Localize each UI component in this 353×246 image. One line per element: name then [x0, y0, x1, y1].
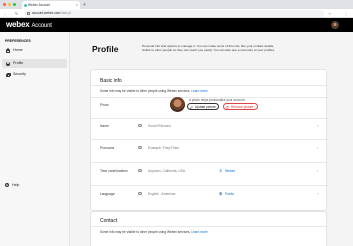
tab-close-icon[interactable]: ×: [76, 1, 78, 9]
back-icon[interactable]: ←: [3, 10, 7, 17]
trash-icon: [226, 105, 229, 110]
brand-name: webex: [6, 20, 30, 29]
row-value-pronouns: Example: They/Them: [148, 146, 180, 150]
row-label-timezone: Time zone/location: [100, 169, 128, 173]
url-path: /user-pr: [60, 11, 72, 16]
chevron-right-icon[interactable]: ›: [317, 123, 318, 128]
card-description-text: Some info may be visible to other people…: [100, 230, 191, 234]
chevron-right-icon[interactable]: ›: [317, 168, 318, 173]
visibility-webex[interactable]: Webex: [219, 169, 235, 173]
sidebar-heading: PREFERENCES: [5, 39, 31, 43]
people-icon: [219, 169, 223, 173]
address-bar: ← → ↻ account.webex.com/user-pr ☆ ⋮: [0, 9, 353, 18]
divider: [91, 185, 328, 186]
page-intro: Personal info and options to manage it. …: [142, 44, 276, 53]
learn-more-link[interactable]: Learn more: [191, 230, 207, 234]
lock-icon: [6, 73, 11, 77]
learn-more-link[interactable]: Learn more: [191, 89, 207, 93]
sidebar-item-label: Home: [13, 48, 23, 52]
remove-picture-label: Remove picture: [231, 105, 254, 109]
visibility-label: Webex: [225, 169, 236, 173]
forward-icon[interactable]: →: [9, 10, 13, 17]
row-label-pronouns: Pronouns: [100, 146, 115, 150]
user-avatar[interactable]: [331, 21, 339, 29]
app-header: webex Account: [0, 18, 353, 32]
main-content: Profile Personal info and options to man…: [70, 32, 353, 246]
profile-photo: [170, 97, 185, 112]
bookmark-star-icon[interactable]: ☆: [328, 10, 332, 17]
reload-icon[interactable]: ↻: [15, 10, 18, 17]
help-link[interactable]: ? Help: [5, 182, 19, 188]
close-window-icon[interactable]: [3, 3, 6, 6]
maximize-window-icon[interactable]: [13, 3, 16, 6]
visibility-public[interactable]: Public: [219, 192, 234, 196]
row-value-timezone: Anytown, California, USA: [148, 169, 186, 173]
sidebar-item-security[interactable]: Security: [2, 70, 67, 79]
update-picture-label: Update picture: [195, 105, 216, 109]
pencil-icon: [190, 105, 193, 110]
divider: [91, 118, 328, 119]
remove-picture-button[interactable]: Remove picture: [223, 103, 258, 110]
sidebar-item-profile[interactable]: Profile: [2, 59, 67, 68]
row-value-name: Sonal Pritchard: [148, 124, 171, 128]
home-icon: [6, 48, 10, 53]
divider: [91, 85, 328, 86]
basic-info-card: Basic info Some info may be visible to o…: [90, 69, 328, 211]
minimize-window-icon[interactable]: [8, 3, 11, 6]
sidebar-item-label: Profile: [13, 61, 24, 65]
lock-icon: [27, 11, 30, 15]
info-icon[interactable]: i: [138, 145, 142, 150]
card-description: Some info may be visible to other people…: [100, 89, 208, 93]
divider: [91, 162, 328, 163]
card-title: Basic info: [100, 78, 122, 84]
chevron-right-icon[interactable]: ›: [317, 145, 318, 150]
brand-logo[interactable]: webex Account: [6, 18, 52, 32]
photo-hint: A photo helps personalize your account: [189, 98, 245, 102]
brand-subtitle: Account: [31, 23, 52, 29]
update-picture-button[interactable]: Update picture: [187, 103, 219, 110]
webex-favicon-icon: [24, 3, 27, 7]
help-icon: ?: [5, 183, 9, 187]
divider: [91, 226, 328, 227]
tab-title: Webex Account: [28, 3, 51, 7]
row-label-name: Name: [100, 124, 109, 128]
card-title: Contact: [100, 218, 118, 224]
row-value-language: English - American: [148, 192, 176, 196]
sidebar: PREFERENCES Home Profile Security ? Help: [0, 32, 70, 246]
url-input[interactable]: account.webex.com/user-pr: [24, 10, 324, 17]
info-icon[interactable]: i: [138, 168, 142, 173]
sidebar-item-label: Security: [13, 72, 26, 76]
card-description-text: Some info may be visible to other people…: [100, 89, 191, 93]
browser-tab-bar: Webex Account × +: [0, 0, 353, 9]
contact-card: Contact Some info may be visible to othe…: [90, 211, 328, 246]
browser-tab[interactable]: Webex Account ×: [22, 1, 80, 9]
globe-icon: [219, 192, 223, 196]
sidebar-item-home[interactable]: Home: [2, 46, 67, 55]
row-label-language: Language: [100, 192, 115, 196]
help-label: Help: [12, 183, 20, 187]
info-icon[interactable]: i: [138, 191, 142, 196]
info-icon[interactable]: i: [138, 123, 142, 128]
chevron-right-icon[interactable]: ›: [317, 191, 318, 196]
more-menu-icon[interactable]: ⋮: [344, 10, 348, 17]
page-title: Profile: [92, 44, 119, 54]
profile-icon: [6, 61, 10, 66]
card-description: Some info may be visible to other people…: [100, 230, 208, 234]
visibility-label: Public: [225, 192, 234, 196]
photo-label: Photo: [100, 103, 109, 107]
new-tab-button[interactable]: +: [83, 1, 86, 9]
divider: [91, 139, 328, 140]
url-domain: account.webex.com: [32, 11, 61, 16]
